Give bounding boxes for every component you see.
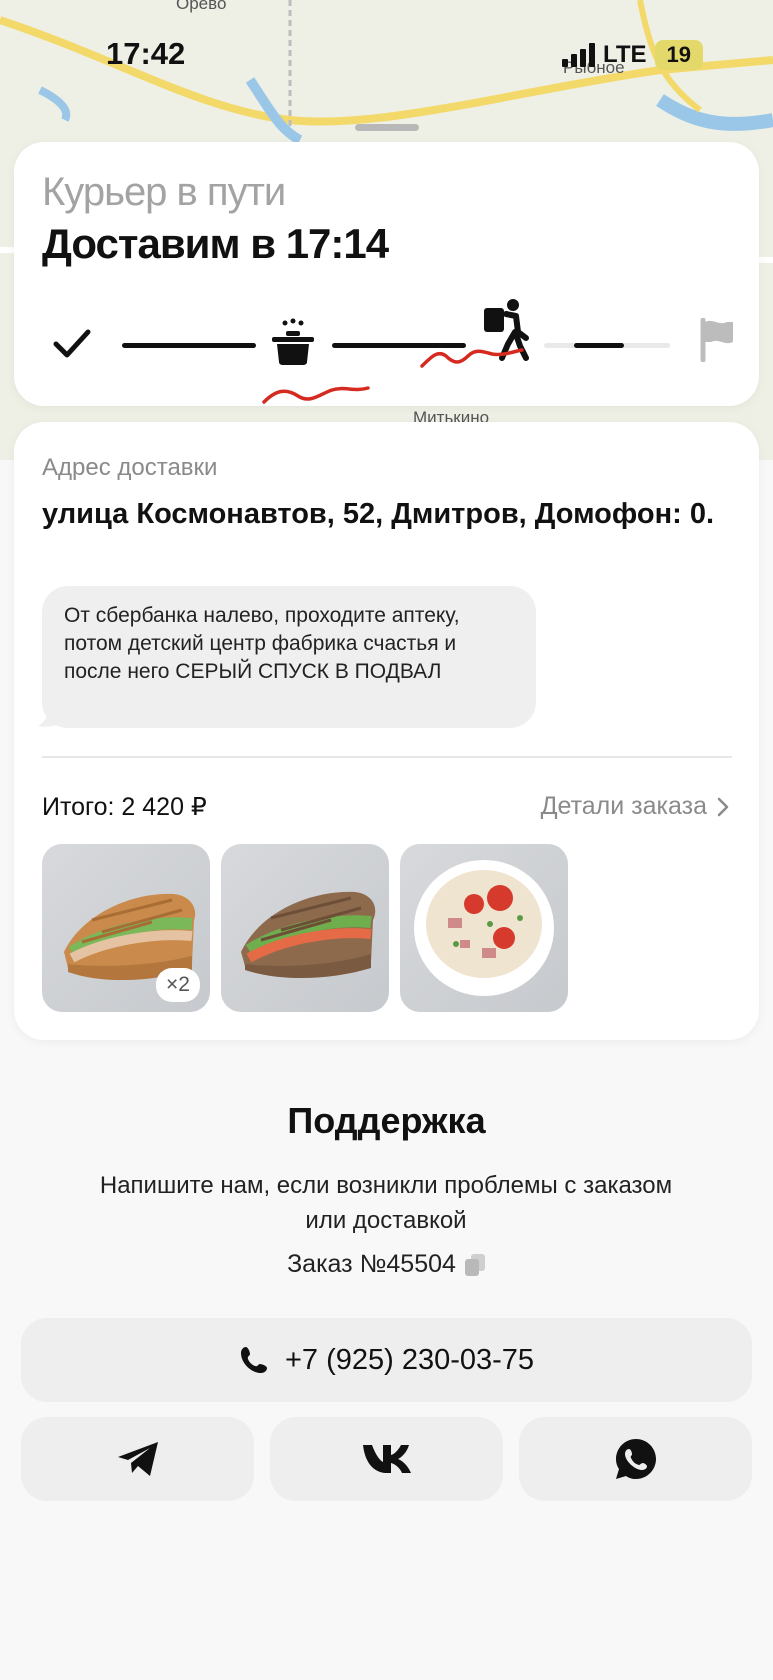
telegram-icon [117, 1442, 158, 1476]
delivery-status-card: Курьер в пути Доставим в 17:14 [14, 142, 759, 406]
salad-bowl-image [414, 860, 554, 996]
call-support-button[interactable]: +7 (925) 230-03-75 [21, 1318, 752, 1402]
finish-flag-icon [700, 318, 733, 362]
order-total: Итого: 2 420 ₽ [42, 793, 207, 821]
eta-time: 17:14 [285, 220, 389, 267]
support-title: Поддержка [287, 1100, 486, 1141]
order-details-link[interactable]: Детали заказа [541, 792, 729, 821]
address-value: улица Космонавтов, 52, Дмитров, Домофон:… [42, 498, 715, 530]
support-description: Напишите нам, если возникли проблемы с з… [99, 1172, 673, 1234]
order-items: ×2 [42, 844, 568, 1012]
order-number-row: Заказ №45504 [0, 1250, 773, 1279]
status-time: 17:42 [106, 36, 186, 71]
signal-icon [561, 43, 595, 67]
whatsapp-button[interactable] [519, 1417, 752, 1501]
support-phone-number: +7 (925) 230-03-75 [284, 1343, 535, 1376]
order-number: Заказ №45504 [287, 1250, 456, 1278]
network-type: LTE [602, 41, 647, 68]
courier-underline-annotation [420, 348, 524, 368]
order-item-waffle-sandwich-salmon[interactable] [221, 844, 389, 1012]
address-label: Адрес доставки [42, 454, 218, 481]
order-item-pasta-salad-bowl[interactable] [400, 844, 568, 1012]
vk-icon [362, 1445, 411, 1473]
status-bar: 17:42 LTE 19 [0, 0, 773, 110]
copy-icon[interactable] [464, 1253, 486, 1277]
whatsapp-icon [615, 1439, 656, 1479]
courier-comment: От сбербанка налево, проходите аптеку, п… [42, 586, 536, 728]
chevron-right-icon [717, 797, 729, 816]
order-card: Адрес доставки улица Космонавтов, 52, Дм… [14, 422, 759, 1040]
check-icon [53, 329, 91, 358]
cooking-pot-icon [272, 318, 314, 365]
sheet-grabber[interactable] [355, 124, 419, 131]
divider [42, 756, 732, 758]
order-item-waffle-sandwich-chicken[interactable]: ×2 [42, 844, 210, 1012]
order-details-label: Детали заказа [540, 792, 707, 820]
progress-line-active [574, 343, 624, 348]
delivery-eta: Доставим в 17:14 [42, 220, 389, 268]
item-quantity-badge: ×2 [156, 968, 200, 1002]
progress-line-done [122, 343, 256, 348]
phone-icon [240, 1347, 267, 1373]
eta-underline-annotation [262, 386, 370, 404]
eta-prefix: Доставим в [42, 220, 286, 267]
delivery-progress [50, 299, 740, 374]
delivery-status: Курьер в пути [42, 170, 286, 214]
status-indicators: LTE 19 [561, 40, 703, 70]
telegram-button[interactable] [21, 1417, 254, 1501]
waffle-sandwich-image [241, 891, 376, 979]
vk-button[interactable] [270, 1417, 503, 1501]
battery-indicator: 19 [654, 40, 703, 70]
